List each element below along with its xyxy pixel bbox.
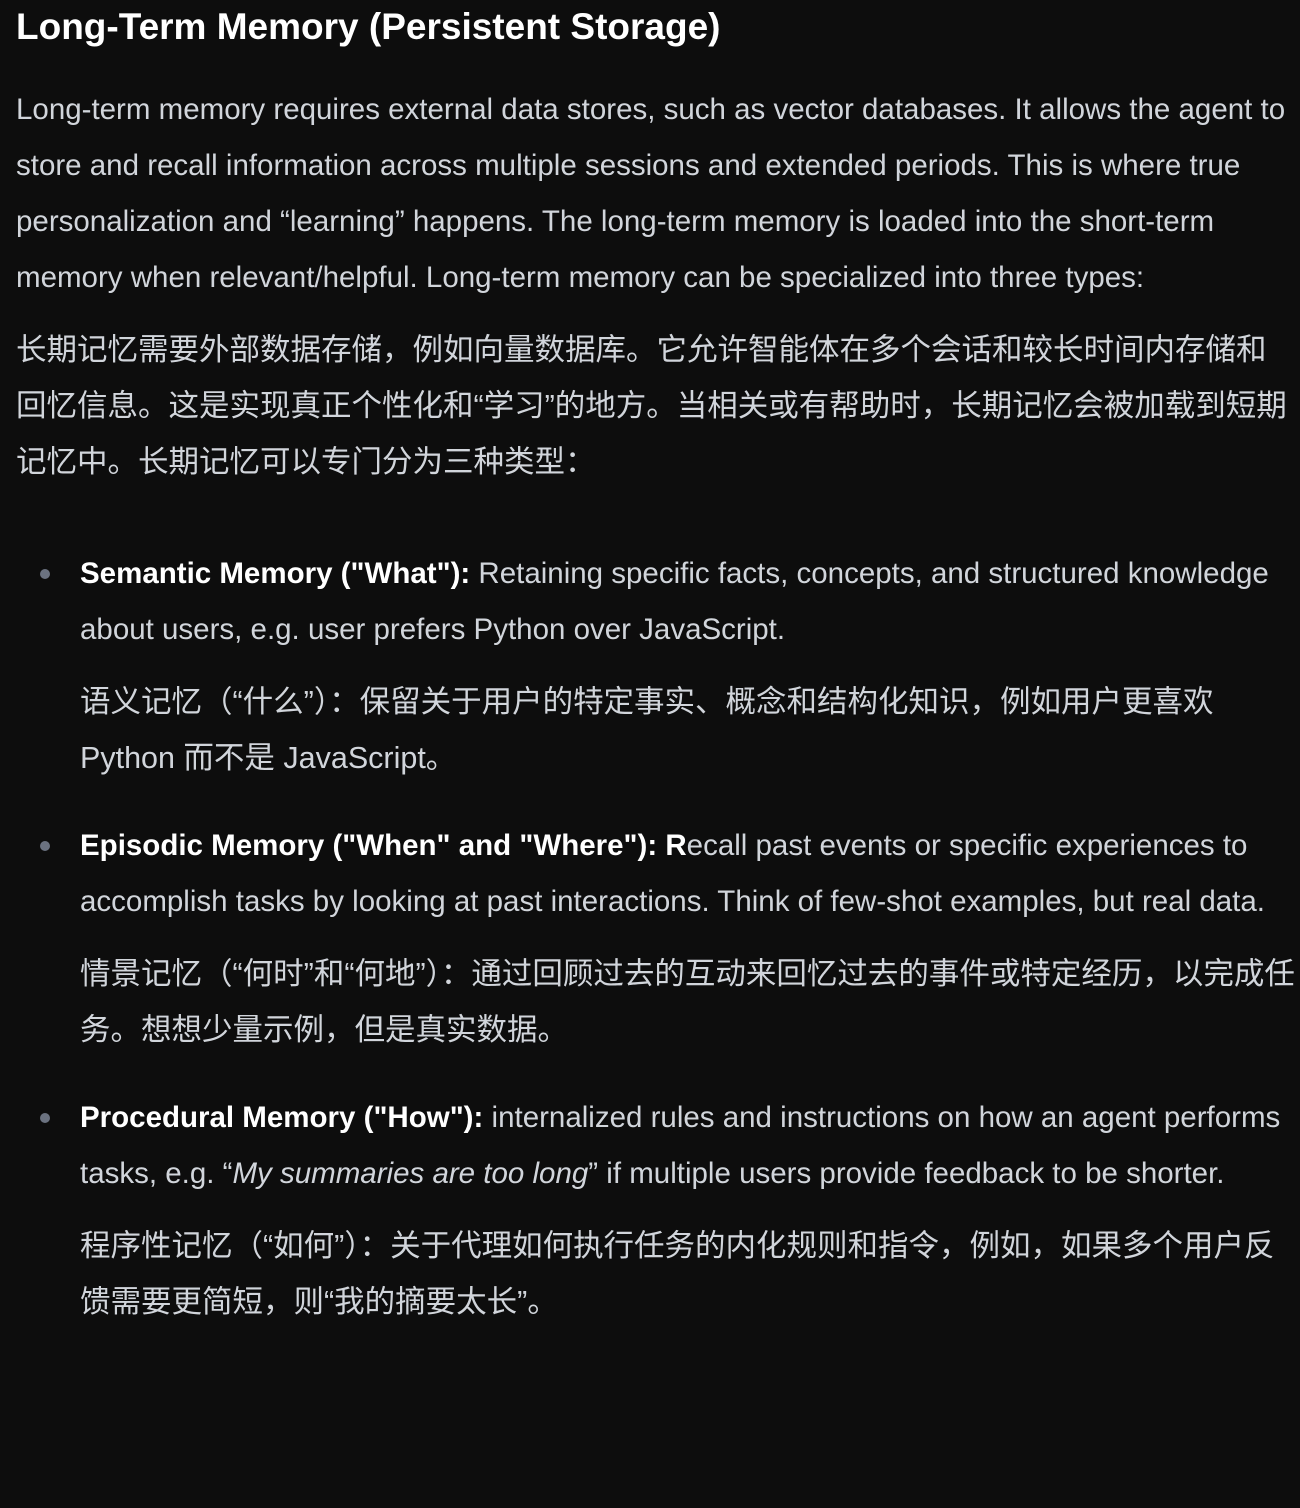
item-text-en: Episodic Memory ("When" and "Where"): Re… (80, 818, 1296, 930)
bullet-icon (40, 569, 50, 579)
item-description-end: ” if multiple users provide feedback to … (588, 1157, 1225, 1190)
item-text-zh: 程序性记忆（“如何”）：关于代理如何执行任务的内化规则和指令，例如，如果多个用户… (80, 1229, 1275, 1319)
intro-paragraph-zh: 长期记忆需要外部数据存储，例如向量数据库。它允许智能体在多个会话和较长时间内存储… (16, 333, 1287, 479)
item-title: Procedural Memory ("How"): (80, 1101, 484, 1134)
section-heading: Long-Term Memory (Persistent Storage) (16, 6, 721, 47)
list-item-semantic: Semantic Memory ("What"): Retaining spec… (40, 546, 1296, 786)
item-text-zh: 情景记忆（“何时”和“何地”）：通过回顾过去的互动来回忆过去的事件或特定经历，以… (80, 957, 1295, 1047)
item-title: Semantic Memory ("What"): (80, 557, 471, 590)
document: Long-Term Memory (Persistent Storage) Lo… (0, 0, 1300, 1330)
bullet-icon (40, 1113, 50, 1123)
list-item-episodic: Episodic Memory ("When" and "Where"): Re… (40, 818, 1296, 1058)
list-item-procedural: Procedural Memory ("How"): internalized … (40, 1090, 1296, 1330)
intro-paragraph-en: Long-term memory requires external data … (16, 93, 1286, 294)
item-text-zh: 语义记忆（“什么”）：保留关于用户的特定事实、概念和结构化知识，例如用户更喜欢 … (80, 685, 1214, 775)
item-title: Episodic Memory ("When" and "Where"): R (80, 829, 687, 862)
memory-types-list: Semantic Memory ("What"): Retaining spec… (16, 546, 1296, 1330)
item-quote: My summaries are too long (232, 1157, 589, 1190)
item-text-en: Procedural Memory ("How"): internalized … (80, 1090, 1296, 1202)
bullet-icon (40, 841, 50, 851)
item-text-en: Semantic Memory ("What"): Retaining spec… (80, 546, 1296, 658)
